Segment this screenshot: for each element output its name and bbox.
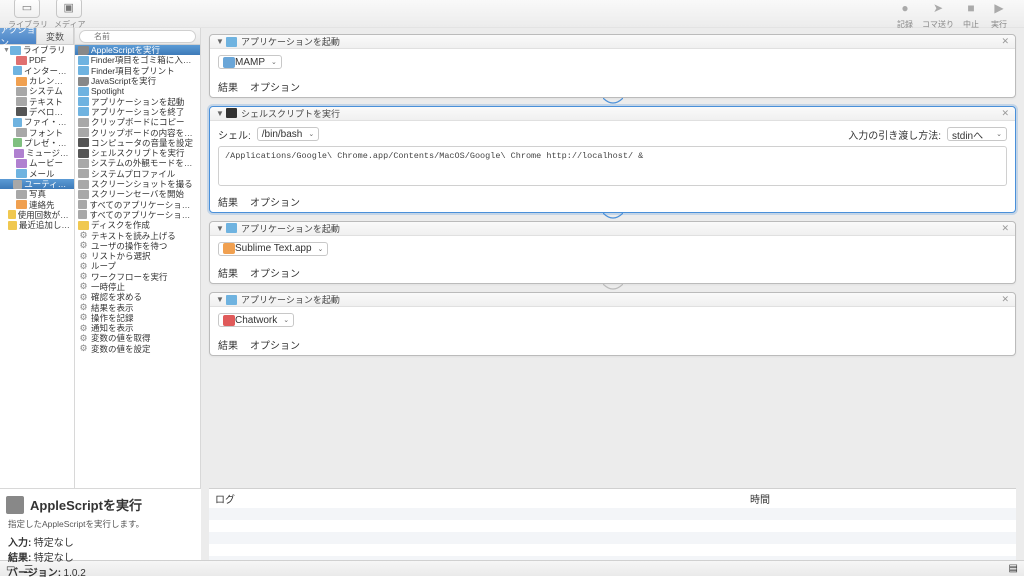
app-badge-icon (223, 243, 235, 254)
script-textarea[interactable]: /Applications/Google\ Chrome.app/Content… (218, 146, 1007, 186)
action-list-item[interactable]: JavaScriptを実行 (75, 76, 200, 86)
disclose-icon[interactable]: ▼ (216, 109, 226, 118)
toolbar-step[interactable]: ➤コマ送り (922, 0, 954, 30)
log-panel: ログ時間 (209, 488, 1016, 560)
terminal-icon (226, 108, 237, 118)
disclose-icon[interactable]: ▼ (216, 224, 226, 233)
action-list-item[interactable]: 変数の値を設定 (75, 344, 200, 354)
search-field[interactable] (75, 28, 200, 45)
tab-variables[interactable]: 変数 (37, 28, 74, 44)
status-icon[interactable]: ▤ (1009, 563, 1018, 574)
app-badge-icon (223, 57, 235, 68)
action-launch-app-3[interactable]: ▼ アプリケーションを起動 ✕ Chatwork⌄ 結果オプション (209, 292, 1016, 356)
results-link[interactable]: 結果 (218, 265, 238, 280)
app-icon (226, 295, 237, 305)
shell-select[interactable]: /bin/bash⌄ (257, 127, 319, 141)
log-col-log: ログ (215, 491, 750, 506)
info-panel: AppleScriptを実行 指定したAppleScriptを実行します。 入力… (0, 488, 201, 560)
info-title: AppleScriptを実行 (30, 495, 142, 514)
script-icon (6, 496, 24, 514)
category-item[interactable]: 最近追加したもの (0, 220, 74, 230)
results-link[interactable]: 結果 (218, 194, 238, 209)
pass-input-label: 入力の引き渡し方法: (848, 127, 941, 142)
app-icon (226, 37, 237, 47)
connector-icon (209, 98, 1016, 108)
app-select[interactable]: Sublime Text.app⌄ (218, 242, 328, 256)
options-link[interactable]: オプション (250, 194, 300, 209)
toolbar-library[interactable]: ▭ ライブラリ (8, 0, 48, 30)
category-sidebar: アクション 変数 ▼ライブラリPDFインターネットカレンダーシステムテキストデベ… (0, 28, 75, 560)
app-icon (226, 223, 237, 233)
info-description: 指定したAppleScriptを実行します。 (8, 518, 195, 530)
toolbar-run[interactable]: ▶実行 (988, 0, 1010, 30)
actions-sidebar: AppleScriptを実行Finder項目をゴミ箱に入れるFinder項目をプ… (75, 28, 201, 560)
options-link[interactable]: オプション (250, 265, 300, 280)
tab-actions[interactable]: アクション (0, 28, 37, 44)
pass-input-select[interactable]: stdinへ⌄ (947, 127, 1007, 141)
app-select[interactable]: Chatwork⌄ (218, 313, 294, 327)
action-launch-app-1[interactable]: ▼ アプリケーションを起動 ✕ MAMP⌄ 結果オプション (209, 34, 1016, 98)
connector-icon (209, 213, 1016, 223)
disclose-icon[interactable]: ▼ (216, 37, 226, 46)
options-link[interactable]: オプション (250, 79, 300, 94)
workflow-canvas[interactable]: ▼ アプリケーションを起動 ✕ MAMP⌄ 結果オプション ▼ シェルスクリプト… (201, 28, 1024, 560)
toolbar-record[interactable]: ●記録 (894, 0, 916, 30)
action-title: シェルスクリプトを実行 (241, 107, 1001, 120)
results-link[interactable]: 結果 (218, 79, 238, 94)
close-icon[interactable]: ✕ (1001, 36, 1009, 47)
results-link[interactable]: 結果 (218, 337, 238, 352)
close-icon[interactable]: ✕ (1001, 294, 1009, 305)
toolbar-media[interactable]: ▣ メディア (54, 0, 85, 30)
app-badge-icon (223, 315, 235, 326)
action-shell-script[interactable]: ▼ シェルスクリプトを実行 ✕ シェル: /bin/bash⌄ 入力の引き渡し方… (209, 106, 1016, 213)
search-input[interactable] (79, 30, 196, 43)
top-toolbar: ▭ ライブラリ ▣ メディア ●記録 ➤コマ送り ■中止 ▶実行 (0, 0, 1024, 28)
options-link[interactable]: オプション (250, 337, 300, 352)
close-icon[interactable]: ✕ (1001, 108, 1009, 119)
action-title: アプリケーションを起動 (241, 293, 1001, 306)
app-select[interactable]: MAMP⌄ (218, 55, 282, 69)
action-title: アプリケーションを起動 (241, 222, 1001, 235)
disclose-icon[interactable]: ▼ (216, 295, 226, 304)
log-col-time: 時間 (750, 491, 1010, 506)
action-title: アプリケーションを起動 (241, 35, 1001, 48)
toolbar-stop[interactable]: ■中止 (960, 0, 982, 30)
close-icon[interactable]: ✕ (1001, 223, 1009, 234)
connector-icon (209, 284, 1016, 294)
shell-label: シェル: (218, 127, 251, 142)
action-launch-app-2[interactable]: ▼ アプリケーションを起動 ✕ Sublime Text.app⌄ 結果オプショ… (209, 221, 1016, 285)
category-item[interactable]: ▼ライブラリ (0, 45, 74, 55)
